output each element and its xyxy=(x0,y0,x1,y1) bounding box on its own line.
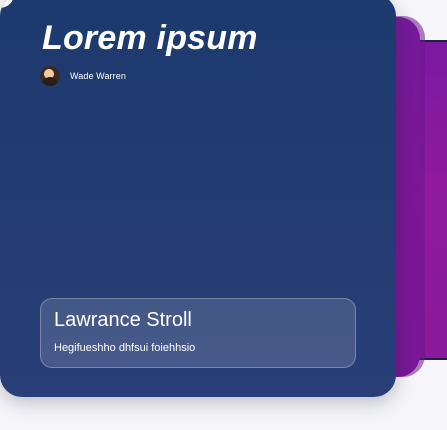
card-stack: Lorem ipsum Wade Warren Lawrance Stroll … xyxy=(0,0,447,430)
info-panel: Lawrance Stroll Hegifueshho dhfsui foieh… xyxy=(40,298,356,368)
author-name: Wade Warren xyxy=(70,71,126,81)
stacked-card-edge xyxy=(395,16,425,377)
card-corner-notch xyxy=(0,0,14,8)
avatar xyxy=(40,66,60,86)
info-description: Hegifueshho dhfsui foiehhsio xyxy=(54,342,196,354)
info-name: Lawrance Stroll xyxy=(54,309,192,331)
profile-card[interactable]: Lorem ipsum Wade Warren Lawrance Stroll … xyxy=(0,0,396,397)
author-row[interactable]: Wade Warren xyxy=(40,66,126,86)
card-title: Lorem ipsum xyxy=(42,19,258,57)
